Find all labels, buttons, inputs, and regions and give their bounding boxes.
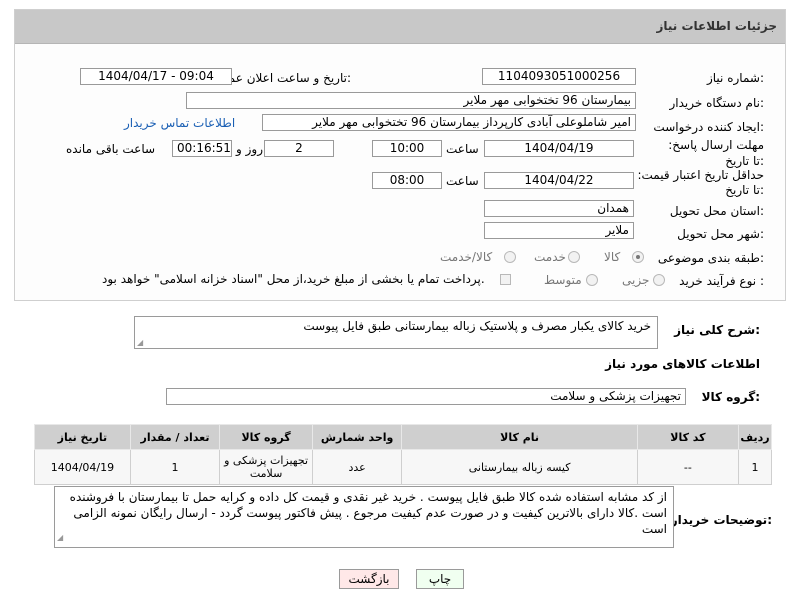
category-radio-goods[interactable] (632, 251, 644, 263)
col-quantity: تعداد / مقدار (129, 424, 221, 450)
process-type-label: نوع فرآیند خرید : (679, 274, 764, 288)
panel-header: جزئیات اطلاعات نیاز (15, 10, 785, 44)
goods-table: ردیف کد کالا نام کالا واحد شمارش گروه کا… (34, 424, 772, 485)
category-label: طبقه بندی موضوعی: (657, 251, 764, 265)
goods-section-title: اطلاعات کالاهای مورد نیاز (605, 357, 760, 371)
category-option-service: خدمت (534, 250, 566, 264)
description-textarea[interactable]: خرید کالای یکبار مصرف و پلاستیک زباله بی… (134, 316, 658, 349)
col-unit: واحد شمارش (311, 424, 403, 450)
category-option-goods: کالا (604, 250, 621, 264)
remaining-time-field: 00:16:51 (172, 140, 232, 157)
deadline-label: مهلت ارسال پاسخ: تا تاریخ: (668, 138, 764, 168)
buyer-notes-label: توضیحات خریدار: (670, 513, 772, 527)
category-radio-goods-service[interactable] (504, 251, 516, 263)
goods-group-field: تجهیزات پزشکی و سلامت (166, 388, 686, 405)
cell-unit: عدد (311, 449, 403, 485)
province-label: استان محل تحویل: (669, 204, 764, 218)
cell-row-number: 1 (738, 449, 772, 485)
buyer-contact-link[interactable]: اطلاعات تماس خریدار (124, 116, 235, 130)
days-field: 2 (264, 140, 334, 157)
col-item-code: کد کالا (636, 424, 740, 450)
resize-grip-icon: ◢ (137, 338, 144, 347)
print-button[interactable]: چاپ (416, 569, 464, 589)
buyer-org-label: نام دستگاه خریدار: (669, 96, 765, 110)
process-option-minor: جزیی (622, 273, 650, 287)
panel-title: جزئیات اطلاعات نیاز (656, 19, 777, 33)
process-radio-minor[interactable] (653, 274, 665, 286)
requester-field: امیر شاملوعلی آبادی کارپرداز بیمارستان 9… (262, 114, 636, 131)
col-row-number: ردیف (738, 424, 772, 450)
city-field: ملایر (484, 222, 634, 239)
category-radio-service[interactable] (568, 251, 580, 263)
city-label: شهر محل تحویل: (677, 227, 764, 241)
min-price-hour-label: ساعت (446, 174, 479, 188)
province-field: همدان (484, 200, 634, 217)
cell-need-date: 1404/04/19 (34, 449, 131, 485)
buyer-notes-textarea[interactable]: از کد مشابه استفاده شده کالا طبق فایل پی… (54, 486, 674, 548)
category-option-goods-service: کالا/خدمت (440, 250, 493, 264)
goods-group-label: گروه کالا: (701, 390, 760, 404)
cell-item-code: -- (636, 449, 740, 485)
announce-datetime-field: 1404/04/17 - 09:04 (80, 68, 232, 85)
days-label: روز و (236, 142, 263, 156)
description-label: شرح کلی نیاز: (674, 323, 760, 337)
description-text: خرید کالای یکبار مصرف و پلاستیک زباله بی… (303, 319, 651, 333)
goods-table-header: ردیف کد کالا نام کالا واحد شمارش گروه کا… (34, 424, 772, 450)
cell-item-group: تجهیزات پزشکی و سلامت (219, 449, 313, 485)
process-option-medium: متوسط (544, 273, 582, 287)
process-radio-medium[interactable] (586, 274, 598, 286)
remaining-time-label: ساعت باقی مانده (66, 142, 156, 156)
col-item-name: نام کالا (401, 424, 638, 450)
buyer-notes-text: از کد مشابه استفاده شده کالا طبق فایل پی… (69, 490, 667, 536)
col-need-date: تاریخ نیاز (34, 424, 131, 450)
requester-label: ایجاد کننده درخواست: (653, 120, 764, 134)
need-number-label: شماره نیاز: (706, 71, 764, 85)
deadline-date-field: 1404/04/19 (484, 140, 634, 157)
min-price-label: حداقل تاریخ اعتبار قیمت: تا تاریخ: (637, 168, 764, 197)
cell-item-name: کیسه زباله بیمارستانی (401, 449, 638, 485)
resize-grip-icon: ◢ (57, 533, 64, 542)
need-number-field: 1104093051000256 (482, 68, 636, 85)
treasury-payment-note: پرداخت تمام یا بخشی از مبلغ خرید،از محل … (102, 272, 485, 286)
col-item-group: گروه کالا (219, 424, 313, 450)
deadline-time-field: 10:00 (372, 140, 442, 157)
cell-quantity: 1 (129, 449, 221, 485)
min-price-date-field: 1404/04/22 (484, 172, 634, 189)
buyer-org-field: بیمارستان 96 تختخوابی مهر ملایر (186, 92, 636, 109)
min-price-time-field: 08:00 (372, 172, 442, 189)
treasury-payment-checkbox[interactable] (500, 274, 511, 285)
back-button[interactable]: بازگشت (339, 569, 399, 589)
table-row: 1 -- کیسه زباله بیمارستانی عدد تجهیزات پ… (34, 449, 772, 485)
deadline-hour-label: ساعت (446, 142, 479, 156)
